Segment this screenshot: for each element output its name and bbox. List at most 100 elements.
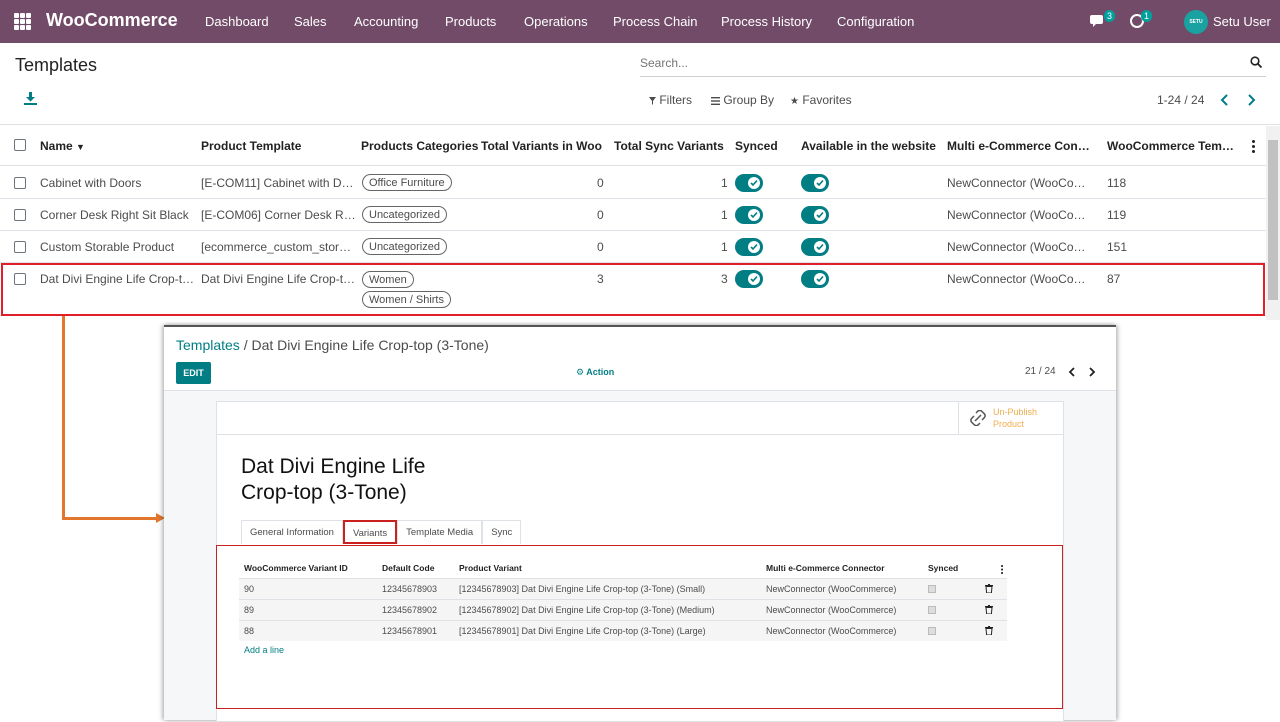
col-name[interactable]: Name ▼ — [40, 139, 85, 153]
col-variant-synced[interactable]: Synced — [928, 563, 958, 573]
variant-code: 12345678903 — [382, 584, 438, 594]
col-sync-variants[interactable]: Total Sync Variants — [614, 139, 724, 153]
trash-icon[interactable] — [985, 626, 993, 635]
list-header: Name ▼ Product Template Products Categor… — [0, 126, 1266, 166]
table-row[interactable]: Cabinet with Doors [E-COM11] Cabinet wit… — [0, 167, 1266, 199]
synced-toggle[interactable] — [735, 238, 763, 256]
col-variant-id[interactable]: WooCommerce Variant ID — [244, 563, 348, 573]
add-line-link[interactable]: Add a line — [244, 645, 284, 655]
search-input[interactable] — [640, 52, 1230, 74]
unpublish-button[interactable]: Un-Publish Product — [958, 402, 1064, 435]
menu-accounting[interactable]: Accounting — [354, 14, 418, 29]
app-brand[interactable]: WooCommerce — [46, 10, 178, 31]
apps-menu-icon[interactable] — [14, 13, 31, 30]
chevron-right-icon[interactable] — [1088, 367, 1096, 377]
selected-row-highlight — [1, 263, 1265, 316]
col-woo-template[interactable]: WooCommerce Temp… — [1107, 139, 1237, 153]
chevron-left-icon[interactable] — [1220, 94, 1230, 106]
menu-configuration[interactable]: Configuration — [837, 14, 914, 29]
row-checkbox[interactable] — [14, 177, 26, 189]
gear-icon: ⚙ — [576, 367, 585, 377]
variant-code: 12345678902 — [382, 605, 438, 615]
chevron-right-icon[interactable] — [1246, 94, 1256, 106]
menu-process-chain[interactable]: Process Chain — [613, 14, 698, 29]
menu-process-history[interactable]: Process History — [721, 14, 812, 29]
favorites-button[interactable]: ★ Favorites — [790, 93, 852, 107]
col-product-template[interactable]: Product Template — [201, 139, 301, 153]
variants-tab-content: WooCommerce Variant ID Default Code Prod… — [216, 545, 1063, 709]
row-name: Custom Storable Product — [40, 240, 175, 254]
row-checkbox[interactable] — [14, 209, 26, 221]
column-options-icon[interactable] — [1001, 565, 1004, 576]
row-template: [E-COM11] Cabinet with D… — [201, 176, 354, 190]
variant-id: 88 — [244, 626, 255, 636]
col-variant-connector[interactable]: Multi e-Commerce Connector — [766, 563, 885, 573]
category-tag: Uncategorized — [362, 206, 447, 223]
row-checkbox[interactable] — [14, 241, 26, 253]
tab-general-information[interactable]: General Information — [241, 520, 343, 544]
menu-sales[interactable]: Sales — [294, 14, 327, 29]
menu-products[interactable]: Products — [445, 14, 496, 29]
filters-button[interactable]: Filters — [649, 93, 692, 107]
edit-button[interactable]: EDIT — [176, 362, 211, 384]
website-toggle[interactable] — [801, 174, 829, 192]
table-row[interactable]: Custom Storable Product [ecommerce_custo… — [0, 231, 1266, 263]
check-icon — [750, 243, 758, 251]
variant-name: [12345678901] Dat Divi Engine Life Crop-… — [459, 626, 706, 636]
tab-variants[interactable]: Variants — [342, 520, 398, 544]
col-total-variants[interactable]: Total Variants in Woo — [481, 139, 602, 153]
row-total-variants: 0 — [597, 240, 604, 254]
col-categories[interactable]: Products Categories — [361, 139, 478, 153]
col-product-variant[interactable]: Product Variant — [459, 563, 522, 573]
notebook-tabs: General Information Variants Template Me… — [241, 520, 522, 544]
scrollbar-thumb[interactable] — [1268, 140, 1278, 300]
top-navbar: WooCommerce Dashboard Sales Accounting P… — [0, 0, 1280, 43]
callout-arrow-line — [62, 316, 65, 520]
col-synced[interactable]: Synced — [735, 139, 778, 153]
filter-icon — [649, 97, 656, 105]
chevron-left-icon[interactable] — [1068, 367, 1076, 377]
col-connector[interactable]: Multi e-Commerce Conn… — [947, 139, 1092, 153]
action-button[interactable]: ⚙ Action — [576, 367, 614, 378]
callout-arrow-line — [62, 517, 158, 520]
synced-toggle[interactable] — [735, 174, 763, 192]
check-icon — [750, 211, 758, 219]
menu-dashboard[interactable]: Dashboard — [205, 14, 269, 29]
group-by-label: Group By — [723, 93, 775, 107]
row-woo-id: 151 — [1107, 240, 1128, 254]
trash-icon[interactable] — [985, 605, 993, 614]
form-control-panel: Templates / Dat Divi Engine Life Crop-to… — [164, 327, 1116, 391]
user-avatar[interactable]: SETU — [1184, 10, 1208, 34]
list-scrollbar[interactable] — [1266, 126, 1280, 320]
form-pager[interactable]: 21 / 24 — [1025, 366, 1056, 377]
table-row[interactable]: Corner Desk Right Sit Black [E-COM06] Co… — [0, 199, 1266, 231]
variant-row[interactable]: 90 12345678903 [12345678903] Dat Divi En… — [239, 578, 1007, 599]
menu-operations[interactable]: Operations — [524, 14, 588, 29]
row-connector: NewConnector (WooCom… — [947, 176, 1092, 190]
tab-sync[interactable]: Sync — [482, 520, 522, 544]
synced-toggle[interactable] — [735, 206, 763, 224]
unlink-icon — [970, 410, 986, 426]
col-available-website[interactable]: Available in the website — [801, 139, 936, 153]
row-template: [E-COM06] Corner Desk Ri… — [201, 208, 356, 222]
user-name[interactable]: Setu User — [1213, 14, 1271, 29]
check-icon — [750, 179, 758, 187]
list-pager[interactable]: 1-24 / 24 — [1157, 93, 1204, 107]
variant-row[interactable]: 89 12345678902 [12345678902] Dat Divi En… — [239, 599, 1007, 620]
website-toggle[interactable] — [801, 238, 829, 256]
website-toggle[interactable] — [801, 206, 829, 224]
trash-icon[interactable] — [985, 584, 993, 593]
search-icon[interactable] — [1250, 56, 1262, 68]
form-view-panel: Templates / Dat Divi Engine Life Crop-to… — [164, 325, 1116, 722]
favorites-label: Favorites — [802, 93, 852, 107]
download-icon[interactable] — [24, 92, 37, 105]
breadcrumb-parent[interactable]: Templates — [176, 337, 240, 353]
variant-row[interactable]: 88 12345678901 [12345678901] Dat Divi En… — [239, 620, 1007, 641]
row-total-variants: 0 — [597, 176, 604, 190]
group-by-button[interactable]: Group By — [711, 93, 774, 107]
column-options-icon[interactable] — [1252, 140, 1255, 155]
tab-template-media[interactable]: Template Media — [397, 520, 483, 544]
select-all-checkbox[interactable] — [14, 139, 26, 151]
divider — [0, 124, 1280, 125]
col-default-code[interactable]: Default Code — [382, 563, 434, 573]
